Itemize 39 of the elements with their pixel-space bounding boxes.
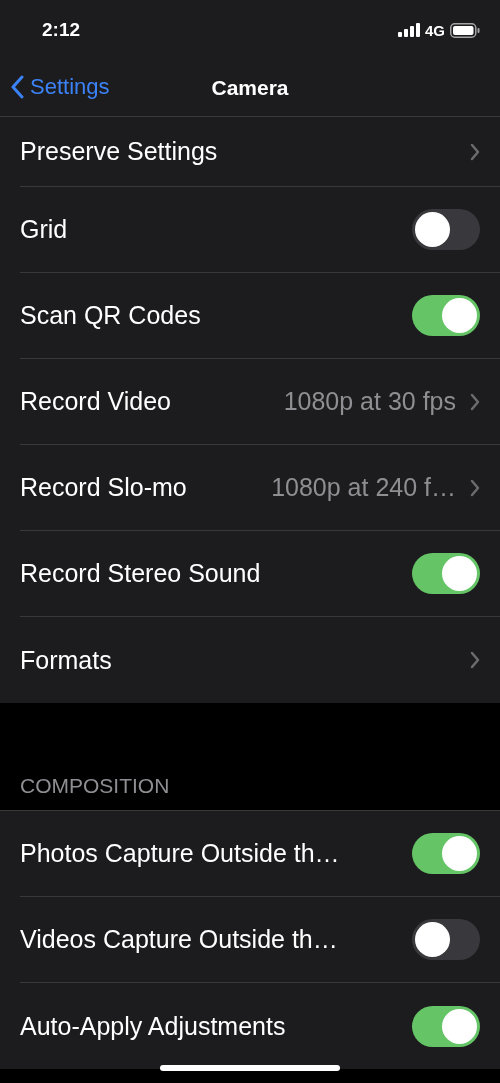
toggle-switch[interactable]: [412, 833, 480, 874]
settings-row[interactable]: Grid: [20, 187, 500, 273]
toggle-switch[interactable]: [412, 295, 480, 336]
row-label: Auto-Apply Adjustments: [20, 1011, 286, 1041]
row-label: Videos Capture Outside th…: [20, 925, 338, 954]
settings-row[interactable]: Scan QR Codes: [20, 273, 500, 359]
settings-row[interactable]: Record Video 1080p at 30 fps: [20, 359, 500, 445]
settings-row[interactable]: Record Slo-mo 1080p at 240 f…: [20, 445, 500, 531]
toggle-switch[interactable]: [412, 209, 480, 250]
row-label: Preserve Settings: [20, 137, 218, 166]
row-value: 1080p at 30 fps: [283, 387, 456, 416]
row-label: Record Video: [20, 387, 172, 416]
row-value: 1080p at 240 f…: [271, 473, 456, 502]
toggle-switch[interactable]: [412, 919, 480, 960]
chevron-right-icon: [470, 142, 480, 161]
row-label: Record Stereo Sound: [20, 559, 261, 588]
status-time: 2:12: [42, 19, 81, 41]
toggle-switch[interactable]: [412, 553, 480, 594]
chevron-left-icon: [10, 75, 24, 99]
row-label: Formats: [20, 645, 112, 675]
chevron-right-icon: [470, 651, 480, 669]
row-label: Record Slo-mo: [20, 473, 187, 502]
settings-row[interactable]: Auto-Apply Adjustments: [20, 983, 500, 1069]
settings-row[interactable]: Preserve Settings: [20, 117, 500, 187]
row-label: Scan QR Codes: [20, 301, 201, 330]
nav-title: Camera: [211, 76, 289, 100]
back-button[interactable]: Settings: [10, 74, 110, 100]
settings-row[interactable]: Record Stereo Sound: [20, 531, 500, 617]
row-label: Photos Capture Outside th…: [20, 839, 340, 868]
signal-icon: [398, 23, 420, 37]
row-label: Grid: [20, 215, 68, 244]
settings-row[interactable]: Photos Capture Outside th…: [20, 811, 500, 897]
network-label: 4G: [425, 21, 445, 39]
toggle-switch[interactable]: [412, 1005, 480, 1047]
battery-icon: [450, 22, 480, 38]
chevron-right-icon: [470, 478, 480, 497]
chevron-right-icon: [470, 392, 480, 411]
settings-row[interactable]: Formats: [20, 617, 500, 703]
settings-row[interactable]: Videos Capture Outside th…: [20, 897, 500, 983]
